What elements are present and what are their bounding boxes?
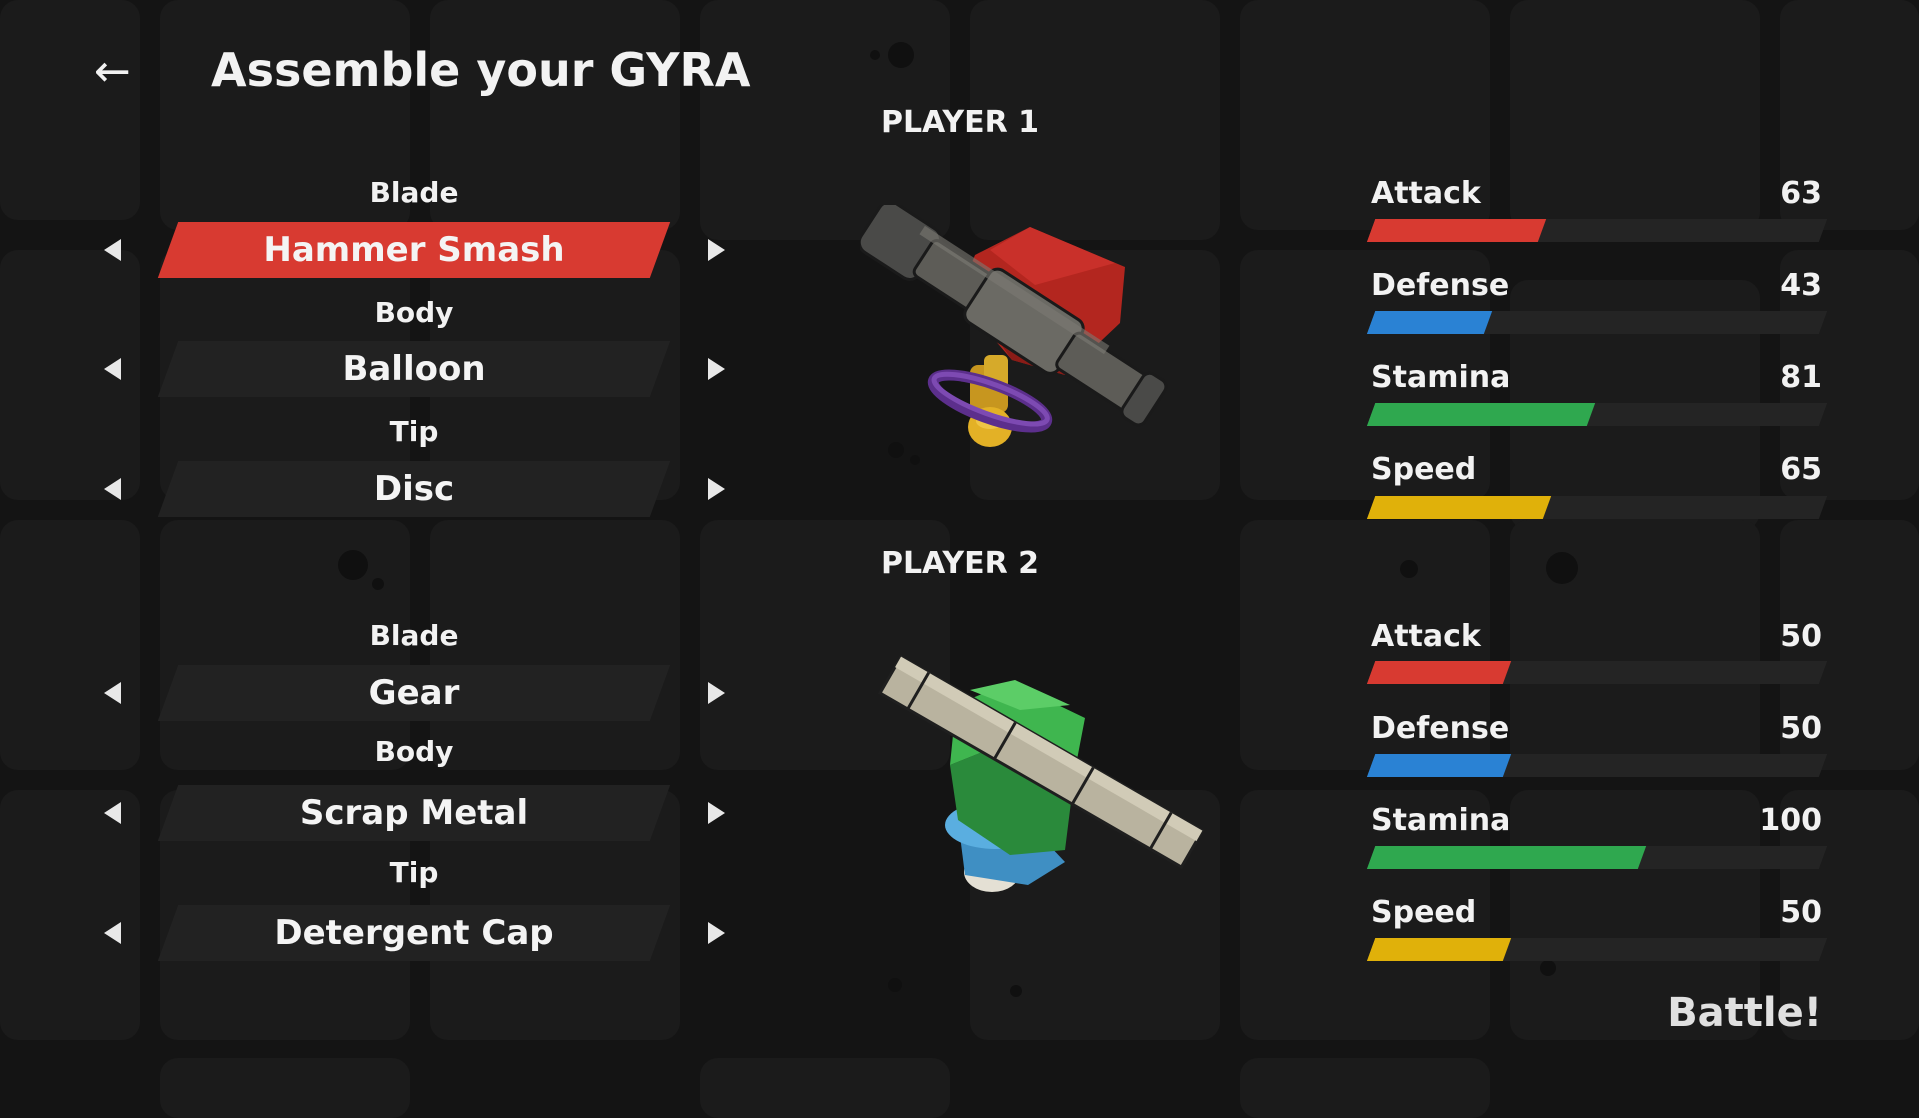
next-triangle-icon <box>707 922 725 944</box>
player-2-speed-bar <box>1366 938 1828 961</box>
player-1-defense-value: 43 <box>1780 268 1822 303</box>
player-2-tip-value: Detergent Cap <box>274 913 554 953</box>
next-triangle-icon <box>707 478 725 500</box>
player-1-attack-bar-fill <box>1366 219 1547 242</box>
player-1-blade-value: Hammer Smash <box>263 230 565 270</box>
previous-arrow-icon[interactable] <box>92 793 132 833</box>
gyra-model-player-1 <box>860 205 1168 447</box>
player-1-title: PLAYER 1 <box>880 105 1040 140</box>
player-2-title: PLAYER 2 <box>880 546 1040 581</box>
player-2-stamina-label: Stamina <box>1371 803 1511 838</box>
previous-arrow-icon[interactable] <box>92 469 132 509</box>
player-2-defense-bar <box>1366 754 1828 777</box>
player-1-body-value: Balloon <box>342 349 486 389</box>
player-1-speed-value: 65 <box>1780 452 1822 487</box>
next-triangle-icon <box>707 682 725 704</box>
player-2-attack-label: Attack <box>1371 619 1481 654</box>
previous-triangle-icon <box>103 922 121 944</box>
player-1-stamina-bar-fill <box>1366 403 1595 426</box>
player-2-defense-value: 50 <box>1780 711 1822 746</box>
assemble-screen: ← Assemble your GYRA Battle! PLAYER 1 Bl… <box>0 0 1919 1079</box>
previous-triangle-icon <box>103 682 121 704</box>
player-2-blade-value: Gear <box>368 673 460 713</box>
previous-arrow-icon[interactable] <box>92 230 132 270</box>
previous-triangle-icon <box>103 802 121 824</box>
next-triangle-icon <box>707 358 725 380</box>
player-1-speed-label: Speed <box>1371 452 1477 487</box>
player-2-attack-bar <box>1366 661 1828 684</box>
player-2-stamina-bar-fill <box>1366 846 1647 869</box>
player-1-stamina-label: Stamina <box>1371 360 1511 395</box>
player-2-speed-label: Speed <box>1371 895 1477 930</box>
player-2-attack-value: 50 <box>1780 619 1822 654</box>
next-arrow-icon[interactable] <box>696 230 736 270</box>
player-1-stamina-value: 81 <box>1780 360 1822 395</box>
previous-triangle-icon <box>103 358 121 380</box>
player-1-blade-label: Blade <box>369 176 459 209</box>
previous-arrow-icon[interactable] <box>92 913 132 953</box>
player-1-body-selector[interactable]: Balloon <box>157 341 671 397</box>
player-2-speed-bar-fill <box>1366 938 1511 961</box>
next-arrow-icon[interactable] <box>696 673 736 713</box>
next-arrow-icon[interactable] <box>696 349 736 389</box>
player-2-tip-label: Tip <box>389 856 439 889</box>
previous-triangle-icon <box>103 478 121 500</box>
player-1-attack-label: Attack <box>1371 176 1481 211</box>
player-1-defense-bar <box>1366 311 1828 334</box>
next-arrow-icon[interactable] <box>696 469 736 509</box>
player-2-blade-selector[interactable]: Gear <box>157 665 671 721</box>
previous-arrow-icon[interactable] <box>92 673 132 713</box>
player-1-speed-bar-fill <box>1366 496 1552 519</box>
player-2-speed-value: 50 <box>1780 895 1822 930</box>
page-title: Assemble your GYRA <box>211 43 751 97</box>
next-arrow-icon[interactable] <box>696 793 736 833</box>
player-2-body-label: Body <box>374 735 454 768</box>
player-1-stamina-bar <box>1366 403 1828 426</box>
player-2-tip-selector[interactable]: Detergent Cap <box>157 905 671 961</box>
next-arrow-icon[interactable] <box>696 913 736 953</box>
next-triangle-icon <box>707 802 725 824</box>
battle-button[interactable]: Battle! <box>1650 990 1822 1036</box>
player-2-body-selector[interactable]: Scrap Metal <box>157 785 671 841</box>
player-1-attack-value: 63 <box>1780 176 1822 211</box>
player-2-stamina-bar <box>1366 846 1828 869</box>
player-2-defense-bar-fill <box>1366 754 1511 777</box>
back-arrow-icon[interactable]: ← <box>94 42 131 102</box>
player-1-tip-selector[interactable]: Disc <box>157 461 671 517</box>
player-2-body-value: Scrap Metal <box>299 793 529 833</box>
player-1-defense-bar-fill <box>1366 311 1492 334</box>
player-1-defense-label: Defense <box>1371 268 1510 303</box>
player-2-defense-label: Defense <box>1371 711 1510 746</box>
player-1-tip-label: Tip <box>389 415 439 448</box>
gyra-model-player-2 <box>877 654 1205 892</box>
player-1-body-label: Body <box>374 296 454 329</box>
player-1-speed-bar <box>1366 496 1828 519</box>
next-triangle-icon <box>707 239 725 261</box>
player-1-attack-bar <box>1366 219 1828 242</box>
previous-triangle-icon <box>103 239 121 261</box>
player-1-blade-selector[interactable]: Hammer Smash <box>157 222 671 278</box>
player-2-stamina-value: 100 <box>1759 803 1822 838</box>
player-1-tip-value: Disc <box>373 469 455 509</box>
previous-arrow-icon[interactable] <box>92 349 132 389</box>
player-2-blade-label: Blade <box>369 619 459 652</box>
player-2-attack-bar-fill <box>1366 661 1511 684</box>
